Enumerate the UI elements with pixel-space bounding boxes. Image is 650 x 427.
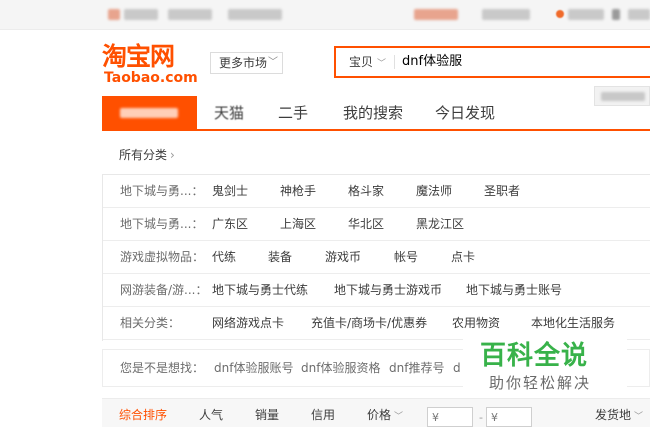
chevron-down-icon: ﹀ [377, 59, 387, 69]
tab-my-search[interactable]: 我的搜索 [343, 96, 403, 129]
filter-option[interactable]: 华北区 [348, 208, 384, 241]
price-range-dash: - [479, 411, 483, 424]
chevron-down-icon: ﹀ [268, 57, 278, 68]
cart-link-blurred[interactable] [568, 9, 604, 20]
watermark-logo: 百科全说 助你轻松解决 [463, 339, 627, 397]
filter-option[interactable]: 地下城与勇士账号 [466, 274, 562, 307]
logo-english: Taobao.com [104, 70, 198, 86]
tab-secondhand[interactable]: 二手 [278, 96, 308, 129]
filter-option[interactable]: 神枪手 [280, 175, 316, 208]
filter-row-virtual-goods: 游戏虚拟物品： 代练 装备 游戏币 帐号 点卡 [103, 241, 650, 274]
filter-option[interactable]: 装备 [268, 241, 292, 274]
sort-sales[interactable]: 销量 [255, 399, 279, 427]
filter-option[interactable]: 充值卡/商场卡/优惠券 [311, 307, 427, 340]
sort-price-label: 价格 [367, 408, 392, 422]
filter-row-label: 网游装备/游...： [120, 283, 208, 297]
sort-comprehensive[interactable]: 综合排序 [119, 399, 167, 427]
filter-row-label: 游戏虚拟物品： [120, 250, 205, 264]
more-markets-button[interactable]: 更多市场 ﹀ [210, 52, 283, 74]
did-you-mean-label: 您是不是想找： [120, 361, 205, 375]
filter-option[interactable]: 农用物资 [452, 307, 500, 340]
filter-option[interactable]: 格斗家 [348, 175, 384, 208]
filter-option[interactable]: 本地化生活服务 [531, 307, 615, 340]
filter-row-class: 地下城与勇...： 鬼剑士 神枪手 格斗家 魔法师 圣职者 [103, 175, 650, 208]
greeting-text-blurred [108, 9, 120, 20]
ship-from-select[interactable]: 发货地 ﹀ [595, 399, 643, 427]
main-nav: 天猫 二手 我的搜索 今日发现 [102, 96, 650, 131]
filter-row-label: 相关分类： [120, 316, 181, 330]
sort-bar: 综合排序 人气 销量 信用 价格﹀ - 发货地﹀ [102, 398, 650, 427]
sort-credit[interactable]: 信用 [311, 399, 335, 427]
cart-icon[interactable] [556, 10, 564, 18]
search-input[interactable] [402, 48, 642, 76]
filter-option[interactable]: 帐号 [394, 241, 418, 274]
favorites-icon[interactable] [612, 9, 620, 20]
filter-option[interactable]: 地下城与勇士游戏币 [334, 274, 442, 307]
filter-option[interactable]: 点卡 [451, 241, 475, 274]
filter-option[interactable]: 广东区 [212, 208, 248, 241]
site-top-bar [0, 0, 650, 30]
favorites-link-blurred[interactable] [628, 9, 650, 20]
filter-option[interactable]: 地下城与勇士代练 [212, 274, 308, 307]
more-markets-label: 更多市场 [219, 56, 268, 70]
all-categories-label: 所有分类 [119, 148, 168, 162]
filter-option[interactable]: 圣职者 [484, 175, 520, 208]
suggestion-link[interactable]: d [453, 350, 461, 386]
login-link-blurred[interactable] [124, 9, 158, 20]
sort-price[interactable]: 价格 ﹀ [367, 399, 403, 427]
mobile-taobao-link-blurred[interactable] [228, 9, 282, 20]
filter-row-server: 地下城与勇...： 广东区 上海区 华北区 黑龙江区 [103, 208, 650, 241]
filter-option[interactable]: 鬼剑士 [212, 175, 248, 208]
price-min-input[interactable] [427, 407, 473, 427]
filter-option[interactable]: 代练 [212, 241, 236, 274]
filter-option[interactable]: 上海区 [280, 208, 316, 241]
my-taobao-link-blurred[interactable] [482, 9, 530, 20]
filter-option[interactable]: 黑龙江区 [416, 208, 464, 241]
watermark-title: 百科全说 [480, 341, 589, 371]
filter-option[interactable]: 网络游戏点卡 [212, 307, 284, 340]
filter-row-label: 地下城与勇...： [120, 217, 204, 231]
search-box: 宝贝 ﹀ [334, 46, 650, 78]
filter-row-game-items: 网游装备/游...： 地下城与勇士代练 地下城与勇士游戏币 地下城与勇士账号 [103, 274, 650, 307]
filter-panel: 地下城与勇...： 鬼剑士 神枪手 格斗家 魔法师 圣职者 地下城与勇...： … [102, 174, 650, 341]
watermark-subtitle: 助你轻松解决 [489, 374, 592, 392]
filter-row-related: 相关分类： 网络游戏点卡 充值卡/商场卡/优惠券 农用物资 本地化生活服务 [103, 307, 650, 340]
filter-option[interactable]: 游戏币 [325, 241, 361, 274]
price-max-input[interactable] [486, 407, 532, 427]
filter-row-label: 地下城与勇...： [120, 184, 204, 198]
filter-option[interactable]: 魔法师 [416, 175, 452, 208]
search-type-label: 宝贝 [349, 55, 374, 69]
search-divider [394, 55, 395, 69]
tab-today-discover[interactable]: 今日发现 [435, 96, 495, 129]
register-link-blurred[interactable] [168, 9, 212, 20]
chevron-right-icon: › [170, 148, 175, 162]
tab-tmall[interactable]: 天猫 [214, 96, 244, 129]
chevron-down-icon: ﹀ [634, 412, 644, 422]
suggestion-link[interactable]: dnf体验服资格 [301, 350, 380, 386]
ship-from-label: 发货地 [595, 408, 632, 422]
all-categories-breadcrumb[interactable]: 所有分类 › [119, 146, 175, 163]
sort-popularity[interactable]: 人气 [199, 399, 223, 427]
chevron-down-icon: ﹀ [394, 412, 404, 422]
taobao-logo[interactable]: 淘宝网 Taobao.com [102, 42, 200, 87]
tab-baobei-active[interactable] [102, 96, 197, 129]
search-type-select[interactable]: 宝贝 ﹀ [336, 48, 392, 76]
suggestion-link[interactable]: dnf体验服账号 [214, 350, 293, 386]
logo-chinese: 淘宝网 [102, 42, 175, 71]
taobao-home-link-blurred[interactable] [414, 9, 458, 20]
suggestion-link[interactable]: dnf推荐号 [389, 350, 444, 386]
